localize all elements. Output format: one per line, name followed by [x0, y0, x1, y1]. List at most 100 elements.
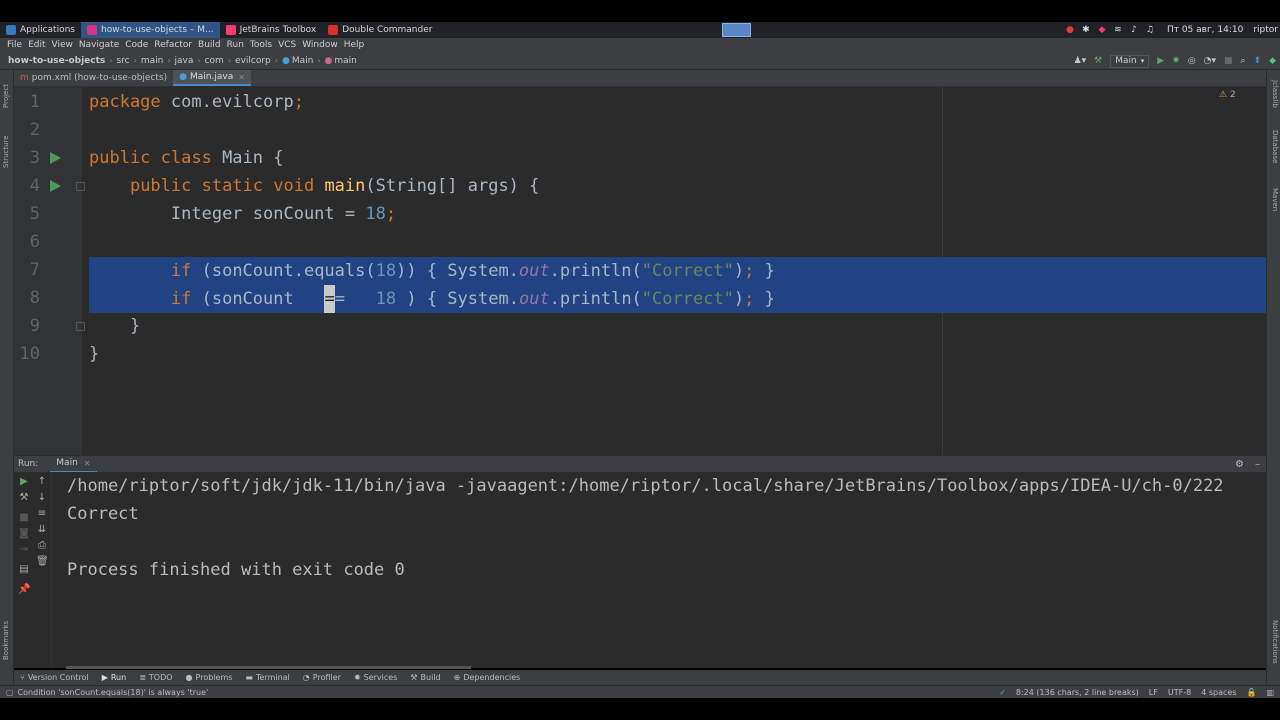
- tool-run[interactable]: ▶ Run: [102, 673, 127, 682]
- run-tab-main[interactable]: Main ✕: [50, 456, 97, 473]
- crumb-method-main[interactable]: ● main: [325, 56, 357, 66]
- lock-icon[interactable]: 🔓: [1246, 688, 1256, 697]
- run-method-gutter-icon[interactable]: [50, 180, 61, 192]
- user-add-icon[interactable]: ♟▾: [1074, 56, 1087, 66]
- taskbar-idea-window[interactable]: how-to-use-objects – M...: [80, 22, 220, 38]
- scroll-down-icon[interactable]: ↓: [36, 492, 48, 504]
- profile-icon[interactable]: ◔▾: [1204, 56, 1216, 66]
- minimize-icon[interactable]: –: [1255, 459, 1260, 470]
- close-icon[interactable]: ✕: [84, 459, 91, 468]
- tool-build[interactable]: ⚒ Build: [410, 673, 440, 682]
- run-icon[interactable]: ▶: [1157, 56, 1164, 66]
- crumb-com[interactable]: com: [205, 56, 224, 66]
- jetbrains-logo-icon[interactable]: ◆: [1269, 56, 1276, 66]
- tab-main-java[interactable]: ● Main.java ✕: [173, 70, 251, 86]
- menu-tools[interactable]: Tools: [247, 40, 275, 50]
- menu-edit[interactable]: Edit: [25, 40, 48, 50]
- analysis-icon[interactable]: ✓: [999, 688, 1006, 697]
- debug-icon[interactable]: ✹: [1172, 56, 1180, 66]
- menu-help[interactable]: Help: [341, 40, 368, 50]
- caret-position[interactable]: 8:24 (136 chars, 2 line breaks): [1016, 688, 1139, 697]
- menu-build[interactable]: Build: [195, 40, 224, 50]
- tab-pom-xml[interactable]: m pom.xml (how-to-use-objects): [14, 70, 173, 86]
- semicolon: ;: [744, 289, 755, 309]
- camera-icon[interactable]: ◙: [18, 528, 30, 540]
- search-icon[interactable]: ⌕: [1240, 56, 1245, 66]
- stop-icon[interactable]: ■: [18, 512, 30, 524]
- run-config-select[interactable]: Main ▾: [1110, 54, 1150, 68]
- fold-icon[interactable]: [76, 182, 85, 191]
- menu-run[interactable]: Run: [224, 40, 247, 50]
- status-message[interactable]: Condition 'sonCount.equals(18)' is alway…: [18, 688, 209, 697]
- print-icon[interactable]: ⎙: [36, 540, 48, 552]
- scroll-up-icon[interactable]: ↑: [36, 476, 48, 488]
- tool-dependencies[interactable]: ⊕ Dependencies: [454, 673, 521, 682]
- tool-problems[interactable]: ● Problems: [186, 673, 233, 682]
- bluetooth-icon[interactable]: ✱: [1081, 25, 1091, 35]
- build-hammer-icon[interactable]: ⚒: [1094, 56, 1102, 66]
- crumb-class-main[interactable]: ● Main: [282, 56, 313, 66]
- scroll-to-end-icon[interactable]: ⇊: [36, 524, 48, 536]
- crumb-project[interactable]: how-to-use-objects: [8, 56, 105, 66]
- play-icon: ▶: [101, 673, 108, 682]
- structure-tool-tab[interactable]: Structure: [2, 135, 10, 168]
- console-horizontal-scrollbar[interactable]: [66, 666, 471, 669]
- coverage-icon[interactable]: ◎: [1188, 56, 1196, 66]
- rerun-icon[interactable]: ▶: [18, 476, 30, 488]
- layout-icon[interactable]: ▤: [18, 564, 30, 576]
- toolbox-tray-icon[interactable]: ◆: [1097, 25, 1107, 35]
- run-class-gutter-icon[interactable]: [50, 152, 61, 164]
- soft-wrap-icon[interactable]: ≡: [36, 508, 48, 520]
- chevron-right-icon: ›: [197, 56, 201, 65]
- taskbar-toolbox-window[interactable]: JetBrains Toolbox: [220, 22, 323, 38]
- project-tool-tab[interactable]: Project: [2, 84, 10, 108]
- tool-terminal[interactable]: ▬ Terminal: [245, 673, 289, 682]
- menu-refactor[interactable]: Refactor: [151, 40, 195, 50]
- stop-icon[interactable]: ■: [1224, 56, 1233, 66]
- bookmarks-tool-tab[interactable]: Bookmarks: [2, 621, 10, 660]
- file-encoding[interactable]: UTF-8: [1168, 688, 1191, 697]
- run-console[interactable]: /home/riptor/soft/jdk/jdk-11/bin/java -j…: [52, 472, 1266, 668]
- jclasslib-tool-tab[interactable]: Jclasslib: [1271, 80, 1279, 108]
- crumb-src[interactable]: src: [116, 56, 129, 66]
- memory-icon[interactable]: ▥: [1266, 688, 1274, 697]
- screencast-icon[interactable]: ●: [1065, 25, 1075, 35]
- menu-window[interactable]: Window: [299, 40, 341, 50]
- volume-icon[interactable]: ♪: [1129, 25, 1139, 35]
- crumb-java[interactable]: java: [175, 56, 194, 66]
- tool-profiler[interactable]: ◔ Profiler: [303, 673, 341, 682]
- tool-services[interactable]: ✹ Services: [354, 673, 397, 682]
- fold-icon[interactable]: [76, 322, 85, 331]
- notification-bell-icon[interactable]: ♫: [1145, 25, 1155, 35]
- database-tool-tab[interactable]: Database: [1271, 130, 1279, 163]
- tool-todo[interactable]: ≣ TODO: [139, 673, 172, 682]
- tool-version-control[interactable]: ⑂ Version Control: [20, 673, 89, 682]
- gear-icon[interactable]: ⚙: [1235, 459, 1244, 470]
- exit-icon[interactable]: ⇥: [18, 544, 30, 556]
- indent-setting[interactable]: 4 spaces: [1201, 688, 1236, 697]
- network-icon[interactable]: ≋: [1113, 25, 1123, 35]
- crumb-main[interactable]: main: [141, 56, 164, 66]
- close-icon[interactable]: ✕: [238, 73, 245, 82]
- trash-icon[interactable]: 🗑: [36, 556, 49, 568]
- taskbar-applications[interactable]: Applications: [0, 22, 81, 38]
- maven-tool-tab[interactable]: Maven: [1271, 188, 1279, 211]
- menu-view[interactable]: View: [49, 40, 76, 50]
- notifications-tool-tab[interactable]: Notifications: [1271, 620, 1279, 664]
- taskbar-doublecommander-window[interactable]: Double Commander: [322, 22, 438, 38]
- run-label: Run:: [18, 459, 39, 469]
- clock[interactable]: Пт 05 авг, 14:10: [1167, 25, 1243, 35]
- chevron-right-icon: ›: [274, 56, 278, 65]
- menu-file[interactable]: File: [4, 40, 25, 50]
- warnings-indicator[interactable]: ⚠ 2: [1219, 90, 1236, 100]
- wrench-icon[interactable]: ⚒: [18, 492, 30, 504]
- pin-icon[interactable]: 📌: [18, 584, 30, 596]
- workspace-switcher[interactable]: [722, 23, 751, 37]
- menu-navigate[interactable]: Navigate: [76, 40, 122, 50]
- update-icon[interactable]: ⬆: [1254, 56, 1262, 66]
- crumb-evilcorp[interactable]: evilcorp: [235, 56, 271, 66]
- line-separator[interactable]: LF: [1149, 688, 1158, 697]
- menu-vcs[interactable]: VCS: [275, 40, 299, 50]
- user-name[interactable]: riptor: [1253, 25, 1278, 35]
- menu-code[interactable]: Code: [122, 40, 151, 50]
